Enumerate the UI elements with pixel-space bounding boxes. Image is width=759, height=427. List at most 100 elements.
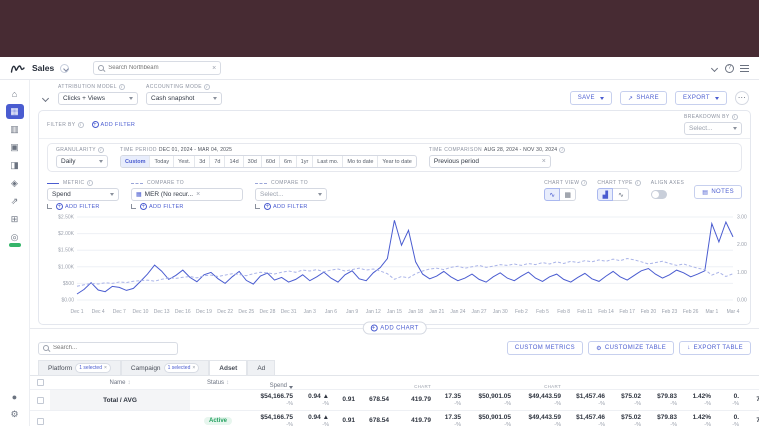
export-button[interactable]: EXPORT — [675, 91, 727, 105]
custom-metrics-button[interactable]: CUSTOM METRICS — [506, 341, 584, 355]
sidebar-item-analytics-icon[interactable]: ▥ — [6, 122, 24, 137]
column-header-metric-2[interactable] — [332, 376, 358, 389]
column-header-metric-13[interactable] — [742, 376, 759, 389]
more-options-button[interactable] — [735, 91, 749, 105]
customize-table-button[interactable]: CUSTOMIZE TABLE — [588, 341, 675, 355]
row-checkbox[interactable] — [36, 417, 44, 425]
table-search[interactable] — [38, 341, 178, 355]
plus-icon — [140, 203, 147, 210]
sidebar-item-creative-icon[interactable]: ◨ — [6, 158, 24, 173]
range-today[interactable]: Today — [150, 156, 175, 167]
add-filter-button[interactable]: ADD FILTER — [91, 121, 136, 128]
column-header-metric-6[interactable] — [464, 376, 514, 389]
clear-compare-icon[interactable] — [196, 191, 200, 198]
table-search-input[interactable] — [53, 345, 173, 351]
chart-view-chart-icon[interactable] — [544, 188, 561, 201]
column-header-spend[interactable]: Spend — [246, 376, 296, 389]
new-indicator — [8, 243, 21, 247]
tab-ad[interactable]: Ad — [247, 360, 276, 375]
chevron-down-icon[interactable] — [709, 63, 719, 73]
range-mo-to-date[interactable]: Mo to date — [343, 156, 379, 167]
global-search-input[interactable] — [108, 65, 210, 71]
collapse-panel-icon[interactable] — [40, 93, 50, 103]
column-header-chart[interactable]: CHART — [514, 376, 564, 389]
main-chart[interactable]: $2.50K $2.00K $1.50K $1.00K $500 $0.00 3.00 2.0… — [47, 212, 759, 316]
compare-select-1[interactable]: MER (No recur... — [131, 188, 243, 201]
column-header-metric-8[interactable] — [564, 376, 608, 389]
granularity-select[interactable]: Daily — [56, 155, 108, 168]
chart-type-line-icon[interactable] — [613, 188, 630, 201]
breakdown-select[interactable]: Select... — [684, 122, 742, 135]
range-yest-[interactable]: Yest. — [174, 156, 196, 167]
northbeam-logo[interactable] — [10, 62, 26, 74]
metric-select[interactable]: Spend — [47, 188, 119, 201]
range-6m[interactable]: 6m — [280, 156, 297, 167]
range-1yr[interactable]: 1yr — [297, 156, 314, 167]
chart-view-table-icon[interactable] — [560, 188, 577, 201]
chart-type-bar-icon[interactable] — [597, 188, 614, 201]
metric-add-filter-button[interactable]: ADD FILTER — [47, 203, 119, 210]
export-table-button[interactable]: EXPORT TABLE — [679, 341, 751, 355]
comparison-select[interactable]: Previous period — [428, 155, 551, 168]
cell-metric: 0.91 — [342, 396, 355, 404]
range-3d[interactable]: 3d — [195, 156, 211, 167]
global-search[interactable] — [93, 61, 222, 75]
cell-name: Total / AVG — [50, 390, 190, 410]
tab-campaign[interactable]: Campaign 1 selected × — [120, 360, 210, 375]
range-30d[interactable]: 30d — [244, 156, 262, 167]
notes-button[interactable]: NOTES — [694, 185, 742, 199]
remove-filter-icon[interactable]: × — [104, 365, 107, 371]
save-button[interactable]: SAVE — [569, 91, 612, 105]
compare2-add-filter-button[interactable]: ADD FILTER — [255, 203, 327, 210]
accounting-mode-select[interactable]: Cash snapshot — [146, 92, 222, 105]
range-last-mo-[interactable]: Last mo. — [313, 156, 344, 167]
sidebar-item-account-icon[interactable]: ● — [6, 389, 24, 404]
svg-text:$1.00K: $1.00K — [58, 264, 75, 270]
sidebar-item-dashboards-icon[interactable]: ▦ — [5, 104, 24, 119]
align-axes-toggle[interactable] — [650, 190, 667, 199]
sidebar-item-labs-icon[interactable]: ◎ — [6, 230, 24, 247]
total-row[interactable]: Total / AVG $54,166.75 -% 0.94 ▲ -% 0.91 678.5… — [30, 390, 759, 411]
column-header-chart[interactable]: CHART — [392, 376, 434, 389]
info-icon — [77, 121, 84, 128]
table-row[interactable]: Active $54,166.75 -% 0.94 ▲ -% 0.91 678.54 419.… — [30, 411, 759, 426]
sidebar-item-orders-icon[interactable]: ▣ — [6, 140, 24, 155]
column-header-metric-1[interactable] — [296, 376, 332, 389]
tab-adset[interactable]: Adset — [209, 360, 248, 375]
menu-icon[interactable] — [740, 64, 749, 72]
clear-search-icon[interactable] — [212, 65, 216, 72]
sidebar-item-media-icon[interactable]: ◈ — [6, 176, 24, 191]
column-header-metric-3[interactable] — [358, 376, 392, 389]
compare-select-2[interactable]: Select... — [255, 188, 327, 201]
tab-platform[interactable]: Platform 1 selected × — [38, 360, 121, 375]
range-custom[interactable]: Custom — [121, 156, 151, 167]
column-header-metric-9[interactable] — [608, 376, 644, 389]
browser-chrome — [0, 0, 759, 57]
select-all-checkbox[interactable] — [36, 379, 44, 386]
column-header-metric-5[interactable] — [434, 376, 464, 389]
range-7d[interactable]: 7d — [210, 156, 226, 167]
remove-filter-icon[interactable]: × — [192, 365, 195, 371]
svg-text:Dec 7: Dec 7 — [113, 309, 126, 315]
sidebar-item-settings-icon[interactable]: ⚙ — [6, 407, 24, 422]
column-header-metric-12[interactable] — [714, 376, 742, 389]
sidebar-item-home-icon[interactable]: ⌂ — [6, 86, 24, 101]
column-header-status[interactable]: Status ↕ — [190, 376, 246, 389]
sidebar-item-share-icon[interactable]: ⇗ — [6, 194, 24, 209]
cell-metric: $50,901.05 -% — [478, 393, 511, 407]
range-14d[interactable]: 14d — [225, 156, 244, 167]
compare1-add-filter-button[interactable]: ADD FILTER — [131, 203, 243, 210]
range-60d[interactable]: 60d — [262, 156, 281, 167]
add-chart-button[interactable]: ADD CHART — [362, 321, 427, 335]
column-header-metric-10[interactable] — [644, 376, 680, 389]
sales-link-icon[interactable] — [60, 63, 70, 73]
sidebar-item-apps-icon[interactable]: ⊞ — [6, 212, 24, 227]
range-year-to-date[interactable]: Year to date — [378, 156, 415, 167]
row-checkbox[interactable] — [36, 396, 44, 404]
share-button[interactable]: SHARE — [619, 91, 668, 105]
column-header-name[interactable]: Name ↕ — [50, 376, 190, 389]
attribution-model-select[interactable]: Clicks + Views — [58, 92, 138, 105]
help-icon[interactable] — [725, 63, 734, 73]
clear-comparison-icon[interactable] — [542, 158, 546, 165]
column-header-metric-11[interactable] — [680, 376, 714, 389]
